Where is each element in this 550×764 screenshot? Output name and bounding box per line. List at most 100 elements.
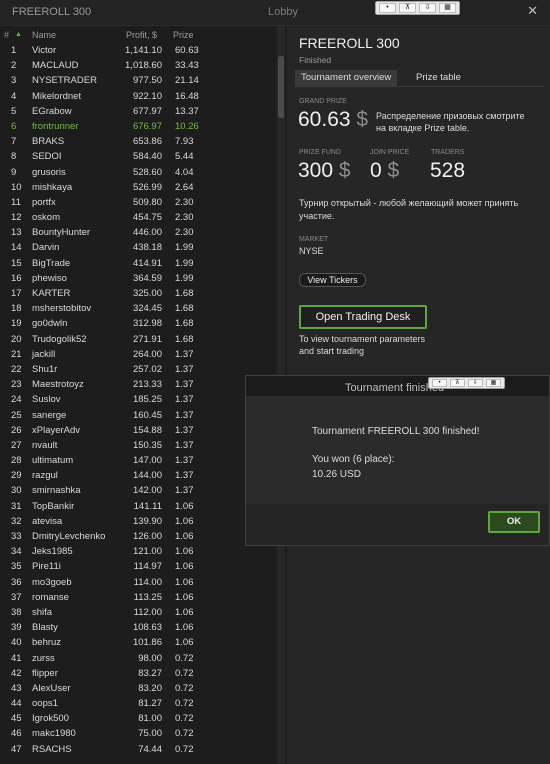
table-row[interactable]: 12 oskom 454.75 2.30 bbox=[0, 211, 275, 226]
table-row[interactable]: 44 oops1 81.27 0.72 bbox=[0, 697, 275, 712]
download-icon[interactable]: ⇩ bbox=[419, 3, 436, 13]
table-row[interactable]: 5 EGrabow 677.97 13.37 bbox=[0, 105, 275, 120]
table-row[interactable]: 19 go0dwln 312.98 1.68 bbox=[0, 317, 275, 332]
table-row[interactable]: 25 sanerge 160.45 1.37 bbox=[0, 409, 275, 424]
table-row[interactable]: 21 jackill 264.00 1.37 bbox=[0, 348, 275, 363]
table-row[interactable]: 6 frontrunner 676.97 10.26 bbox=[0, 120, 275, 135]
table-row[interactable]: 42 flipper 83.27 0.72 bbox=[0, 667, 275, 682]
table-row[interactable]: 16 phewiso 364.59 1.99 bbox=[0, 272, 275, 287]
name-cell: sanerge bbox=[32, 409, 67, 421]
table-row[interactable]: 37 romanse 113.25 1.06 bbox=[0, 591, 275, 606]
table-row[interactable]: 46 makc1980 75.00 0.72 bbox=[0, 727, 275, 742]
prize-cell: 1.06 bbox=[175, 622, 194, 634]
table-row[interactable]: 23 Maestrotoyz 213.33 1.37 bbox=[0, 378, 275, 393]
column-name[interactable]: Name bbox=[32, 30, 56, 40]
name-cell: msherstobitov bbox=[32, 303, 92, 315]
rank-cell: 36 bbox=[11, 576, 22, 588]
minimize-icon[interactable]: ⊼ bbox=[450, 379, 465, 387]
close-icon[interactable]: ✕ bbox=[527, 4, 538, 18]
table-row[interactable]: 27 nvault 150.35 1.37 bbox=[0, 439, 275, 454]
table-row[interactable]: 33 DmitryLevchenko 126.00 1.06 bbox=[0, 530, 275, 545]
profit-cell: 454.75 bbox=[132, 212, 162, 224]
layout-icon[interactable]: ▦ bbox=[439, 3, 456, 13]
table-row[interactable]: 39 Blasty 108.63 1.06 bbox=[0, 621, 275, 636]
table-row[interactable]: 28 ultimatum 147.00 1.37 bbox=[0, 454, 275, 469]
name-cell: jackill bbox=[32, 348, 56, 360]
table-row[interactable]: 3 NYSETRADER 977.50 21.14 bbox=[0, 74, 275, 89]
table-row[interactable]: 43 AlexUser 83.20 0.72 bbox=[0, 682, 275, 697]
scrollbar-thumb[interactable] bbox=[278, 56, 284, 118]
profit-cell: 81.00 bbox=[138, 713, 162, 725]
table-row[interactable]: 14 Darvin 438.18 1.99 bbox=[0, 241, 275, 256]
ok-button[interactable]: OK bbox=[488, 511, 540, 533]
download-icon[interactable]: ⇩ bbox=[468, 379, 483, 387]
table-row[interactable]: 35 Pire11i 114.97 1.06 bbox=[0, 560, 275, 575]
pin-icon[interactable]: • bbox=[432, 379, 447, 387]
profit-cell: 98.00 bbox=[138, 652, 162, 664]
sort-ascending-icon[interactable]: ▲ bbox=[15, 31, 22, 38]
dialog-title-bar[interactable]: Tournament finished • ⊼ ⇩ ▦ bbox=[246, 376, 549, 396]
table-row[interactable]: 17 KARTER 325.00 1.68 bbox=[0, 287, 275, 302]
profit-cell: 213.33 bbox=[132, 379, 162, 391]
table-row[interactable]: 34 Jeks1985 121.00 1.06 bbox=[0, 545, 275, 560]
table-row[interactable]: 32 atevisa 139.90 1.06 bbox=[0, 515, 275, 530]
table-row[interactable]: 29 razgul 144.00 1.37 bbox=[0, 469, 275, 484]
rank-cell: 26 bbox=[11, 424, 22, 436]
minimize-icon[interactable]: ⊼ bbox=[399, 3, 416, 13]
table-row[interactable]: 4 Mikelordnet 922.10 16.48 bbox=[0, 90, 275, 105]
table-row[interactable]: 10 mishkaya 526.99 2.64 bbox=[0, 181, 275, 196]
prize-fund-value: 300 $ bbox=[298, 159, 351, 183]
profit-cell: 526.99 bbox=[132, 181, 162, 193]
table-row[interactable]: 8 SEDOI 584.40 5.44 bbox=[0, 150, 275, 165]
prize-cell: 1.06 bbox=[175, 561, 194, 573]
prize-cell: 2.64 bbox=[175, 181, 194, 193]
table-row[interactable]: 24 Suslov 185.25 1.37 bbox=[0, 393, 275, 408]
table-row[interactable]: 11 portfx 509.80 2.30 bbox=[0, 196, 275, 211]
table-row[interactable]: 45 Igrok500 81.00 0.72 bbox=[0, 712, 275, 727]
prize-cell: 60.63 bbox=[175, 45, 199, 56]
table-row[interactable]: 30 smirnashka 142.00 1.37 bbox=[0, 484, 275, 499]
tournament-title: FREEROLL 300 bbox=[299, 35, 400, 51]
column-prize[interactable]: Prize bbox=[173, 30, 194, 40]
rank-cell: 28 bbox=[11, 455, 22, 467]
table-row[interactable]: 31 TopBankir 141.11 1.06 bbox=[0, 500, 275, 515]
table-row[interactable]: 41 zurss 98.00 0.72 bbox=[0, 652, 275, 667]
tournament-status: Finished bbox=[299, 55, 332, 65]
column-rank[interactable]: # bbox=[4, 30, 9, 40]
prize-cell: 1.68 bbox=[175, 318, 194, 330]
prize-cell: 10.26 bbox=[175, 120, 199, 132]
pin-icon[interactable]: • bbox=[379, 3, 396, 13]
name-cell: Jeks1985 bbox=[32, 546, 73, 558]
table-row[interactable]: 7 BRAKS 653.86 7.93 bbox=[0, 135, 275, 150]
layout-icon[interactable]: ▦ bbox=[486, 379, 501, 387]
tab-tournament-overview[interactable]: Tournament overview bbox=[295, 70, 398, 87]
app-title: FREEROLL 300 bbox=[12, 6, 92, 18]
table-row[interactable]: 38 shifa 112.00 1.06 bbox=[0, 606, 275, 621]
table-row[interactable]: 20 Trudogolik52 271.91 1.68 bbox=[0, 333, 275, 348]
table-row[interactable]: 22 Shu1r 257.02 1.37 bbox=[0, 363, 275, 378]
table-row[interactable]: 9 grusoris 528.60 4.04 bbox=[0, 166, 275, 181]
name-cell: BigTrade bbox=[32, 257, 71, 269]
table-row[interactable]: 13 BountyHunter 446.00 2.30 bbox=[0, 226, 275, 241]
table-row[interactable]: 36 mo3goeb 114.00 1.06 bbox=[0, 576, 275, 591]
open-trading-desk-button[interactable]: Open Trading Desk bbox=[299, 305, 427, 329]
rank-cell: 30 bbox=[11, 485, 22, 497]
prize-cell: 1.37 bbox=[175, 485, 194, 497]
table-row[interactable]: 18 msherstobitov 324.45 1.68 bbox=[0, 302, 275, 317]
column-profit[interactable]: Profit, $ bbox=[126, 30, 157, 40]
table-row[interactable]: 1 Victor 1,141.10 60.63 bbox=[0, 44, 275, 59]
prize-cell: 1.06 bbox=[175, 515, 194, 527]
table-row[interactable]: 15 BigTrade 414.91 1.99 bbox=[0, 257, 275, 272]
view-tickers-button[interactable]: View Tickers bbox=[299, 273, 366, 287]
table-row[interactable]: 2 MACLAUD 1,018.60 33.43 bbox=[0, 59, 275, 74]
table-row[interactable]: 47 RSACHS 74.44 0.72 bbox=[0, 743, 275, 758]
table-row[interactable]: 26 xPlayerAdv 154.88 1.37 bbox=[0, 424, 275, 439]
desk-note-line-2: and start trading bbox=[299, 346, 365, 356]
prize-cell: 1.99 bbox=[175, 257, 194, 269]
prize-cell: 4.04 bbox=[175, 166, 194, 178]
profit-cell: 114.00 bbox=[133, 576, 162, 588]
table-row[interactable]: 40 behruz 101.86 1.06 bbox=[0, 636, 275, 651]
prize-cell: 1.37 bbox=[175, 363, 194, 375]
open-tournament-note-line-2: участие. bbox=[299, 211, 335, 221]
tab-prize-table[interactable]: Prize table bbox=[410, 70, 467, 87]
